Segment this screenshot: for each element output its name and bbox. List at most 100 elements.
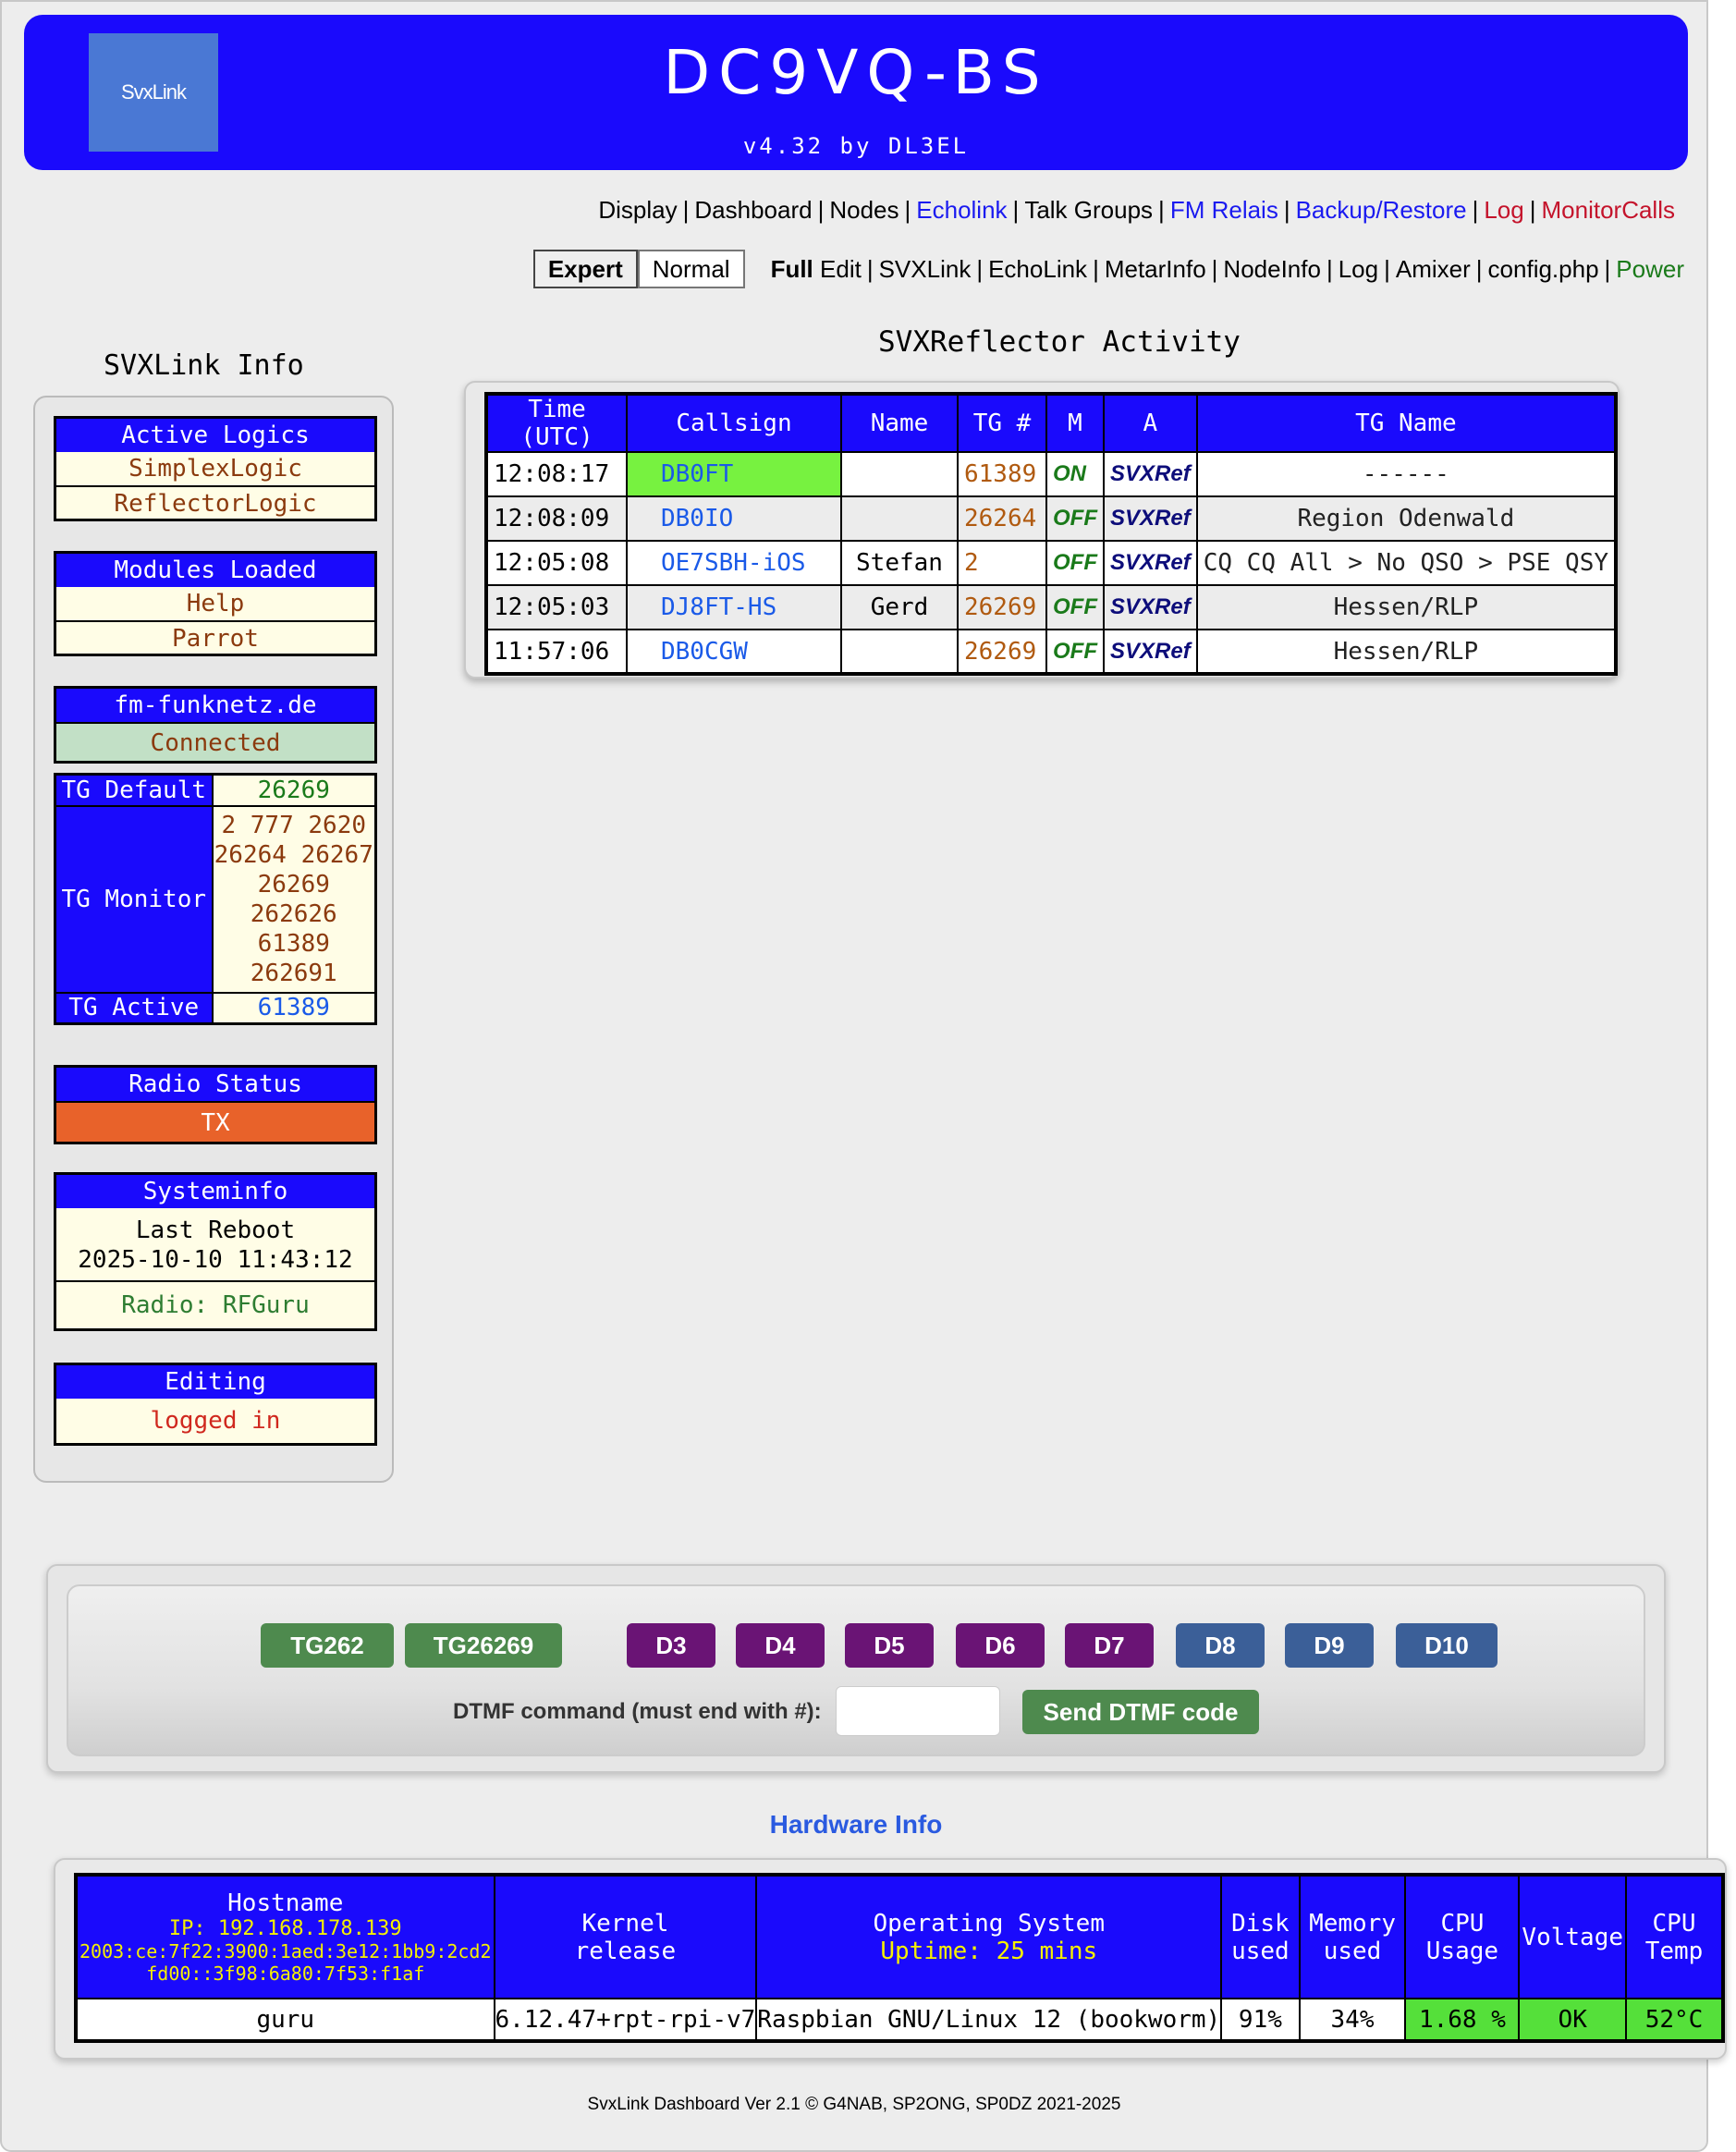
nav-link-talk-groups[interactable]: Talk Groups: [1024, 196, 1153, 225]
config-link-svxlink[interactable]: SVXLink: [879, 255, 972, 284]
callsign-cell[interactable]: DB0IO: [626, 495, 842, 542]
dtmf-button-tg262[interactable]: TG262: [261, 1623, 394, 1668]
nav-separator: |: [1475, 254, 1483, 283]
dtmf-button-d10[interactable]: D10: [1396, 1623, 1498, 1668]
nav-link-display[interactable]: Display: [598, 196, 677, 225]
activity-row: 12:05:08 OE7SBH-iOS Stefan 2 OFF SVXRef CQ CQ …: [485, 540, 1618, 586]
nav-link-backup-restore[interactable]: Backup/Restore: [1296, 196, 1467, 225]
nav-link-nodes[interactable]: Nodes: [829, 196, 899, 225]
name-cell: Gerd: [840, 584, 959, 630]
monitor-cell: OFF: [1045, 584, 1105, 630]
tg-monitor-item: 262691: [250, 959, 337, 987]
tg-name-cell: Region Odenwald: [1195, 495, 1618, 542]
tg-active-value: 61389: [211, 991, 377, 1025]
nav-separator: |: [904, 196, 911, 224]
talkgroup-table: TG Default 26269 TG Monitor 2 777 2620 26…: [54, 773, 377, 1025]
callsign-cell[interactable]: DB0FT: [626, 451, 842, 497]
systeminfo-header: Systeminfo: [56, 1175, 374, 1208]
nav-link-fm-relais[interactable]: FM Relais: [1170, 196, 1278, 225]
nav-link-dashboard[interactable]: Dashboard: [694, 196, 812, 225]
systeminfo-box: Systeminfo Last Reboot 2025-10-10 11:43:…: [54, 1172, 377, 1331]
config-link-log[interactable]: Log: [1339, 255, 1378, 284]
config-links: | SVXLink | EchoLink | MetarInfo | NodeInfo | Log…: [862, 255, 1684, 284]
tg-default-value: 26269: [211, 773, 377, 807]
hardware-title[interactable]: Hardware Info: [2, 1810, 1710, 1840]
callsign-cell[interactable]: DJ8FT-HS: [626, 584, 842, 630]
network-header: fm-funknetz.de: [56, 689, 374, 722]
ip-address: IP: 192.168.178.139: [168, 1917, 402, 1940]
config-link-echolink[interactable]: EchoLink: [988, 255, 1087, 284]
cpu-temp-header: CPU Temp: [1625, 1874, 1724, 1999]
normal-mode-button[interactable]: Normal: [637, 250, 745, 288]
nav-separator: |: [1384, 254, 1390, 283]
radio-model: Radio: RFGuru: [56, 1280, 374, 1328]
tg-monitor-item: 61389: [257, 929, 330, 958]
tg-monitor-label: TG Monitor: [54, 804, 214, 994]
edit-link[interactable]: Edit: [820, 255, 862, 284]
column-header: Callsign: [626, 393, 842, 453]
callsign-cell[interactable]: OE7SBH-iOS: [626, 540, 842, 586]
expert-mode-button[interactable]: Expert: [532, 250, 638, 288]
dtmf-button-d7[interactable]: D7: [1065, 1623, 1154, 1668]
logic-item: ReflectorLogic: [56, 485, 374, 519]
hostname-header: Hostname IP: 192.168.178.139 2003:ce:7f2…: [75, 1874, 495, 1999]
page-subtitle: v4.32 by DL3EL: [742, 133, 970, 159]
nav-link-log[interactable]: Log: [1484, 196, 1523, 225]
radio-status-header: Radio Status: [56, 1068, 374, 1101]
active-logics-header: Active Logics: [56, 419, 374, 452]
memory-label: Memory: [1309, 1909, 1396, 1938]
name-cell: Stefan: [840, 540, 959, 586]
tg-cell: 2: [957, 540, 1047, 586]
page-title: DC9VQ-BS: [663, 37, 1049, 108]
network-status: Connected: [56, 722, 374, 761]
name-cell: [840, 451, 959, 497]
footer: SvxLink Dashboard Ver 2.1 © G4NAB, SP2ON…: [587, 2095, 1121, 2114]
dtmf-button-d3[interactable]: D3: [627, 1623, 715, 1668]
dtmf-button-tg26269[interactable]: TG26269: [405, 1623, 562, 1668]
column-header: M: [1045, 393, 1105, 453]
time-cell: 12:05:03: [485, 584, 628, 630]
nav-separator: |: [1283, 196, 1290, 224]
nav-separator: |: [1529, 196, 1536, 224]
config-link-config-php[interactable]: config.php: [1488, 255, 1599, 284]
dtmf-button-d4[interactable]: D4: [736, 1623, 825, 1668]
dtmf-input[interactable]: [836, 1686, 1000, 1736]
dtmf-inner: TG262 TG26269 D3 D4 D5 D6 D7 D8 D9 D10 DTMF comma…: [67, 1584, 1645, 1756]
source-cell: SVXRef: [1103, 540, 1198, 586]
disk-label: Disk: [1231, 1909, 1290, 1938]
activity-row: 12:08:17 DB0FT 61389 ON SVXRef ------: [485, 451, 1618, 497]
source-cell: SVXRef: [1103, 584, 1198, 630]
config-link-power[interactable]: Power: [1616, 255, 1684, 284]
config-link-amixer[interactable]: Amixer: [1396, 255, 1471, 284]
dtmf-button-d5[interactable]: D5: [845, 1623, 934, 1668]
nav-link-echolink[interactable]: Echolink: [916, 196, 1007, 225]
sidebar-panel: Active Logics SimplexLogic ReflectorLogi…: [33, 396, 394, 1483]
kernel-label: Kernel: [581, 1909, 669, 1938]
callsign-cell[interactable]: DB0CGW: [626, 629, 842, 675]
dtmf-panel: TG262 TG26269 D3 D4 D5 D6 D7 D8 D9 D10 DTMF comma…: [46, 1564, 1666, 1773]
column-header: TG #: [957, 393, 1047, 453]
config-link-nodeinfo[interactable]: NodeInfo: [1223, 255, 1321, 284]
nav-link-monitorcalls[interactable]: MonitorCalls: [1542, 196, 1676, 225]
dtmf-button-d6[interactable]: D6: [956, 1623, 1045, 1668]
column-header: Name: [840, 393, 959, 453]
tg-monitor-item: 26264 26267: [214, 840, 373, 869]
config-link-metarinfo[interactable]: MetarInfo: [1105, 255, 1206, 284]
memory-label: used: [1323, 1937, 1382, 1965]
tg-monitor-item: 26269: [257, 870, 330, 899]
modules-header: Modules Loaded: [56, 554, 374, 587]
dtmf-button-d8[interactable]: D8: [1176, 1623, 1265, 1668]
nav-separator: |: [866, 254, 874, 283]
memory-header: Memory used: [1298, 1874, 1407, 1999]
send-dtmf-button[interactable]: Send DTMF code: [1022, 1690, 1259, 1734]
kernel-label: release: [574, 1937, 677, 1965]
name-cell: [840, 629, 959, 675]
dtmf-button-d9[interactable]: D9: [1285, 1623, 1374, 1668]
source-cell: SVXRef: [1103, 495, 1198, 542]
full-edit-label: Full: [770, 254, 813, 283]
radio-status-box: Radio Status TX: [54, 1065, 377, 1144]
modules-box: Modules Loaded Help Parrot: [54, 551, 377, 656]
tg-monitor-item: 2 777 2620: [221, 811, 367, 839]
page-frame: SvxLink DC9VQ-BS v4.32 by DL3EL Display |…: [0, 0, 1708, 2152]
editing-status[interactable]: logged in: [56, 1399, 374, 1443]
